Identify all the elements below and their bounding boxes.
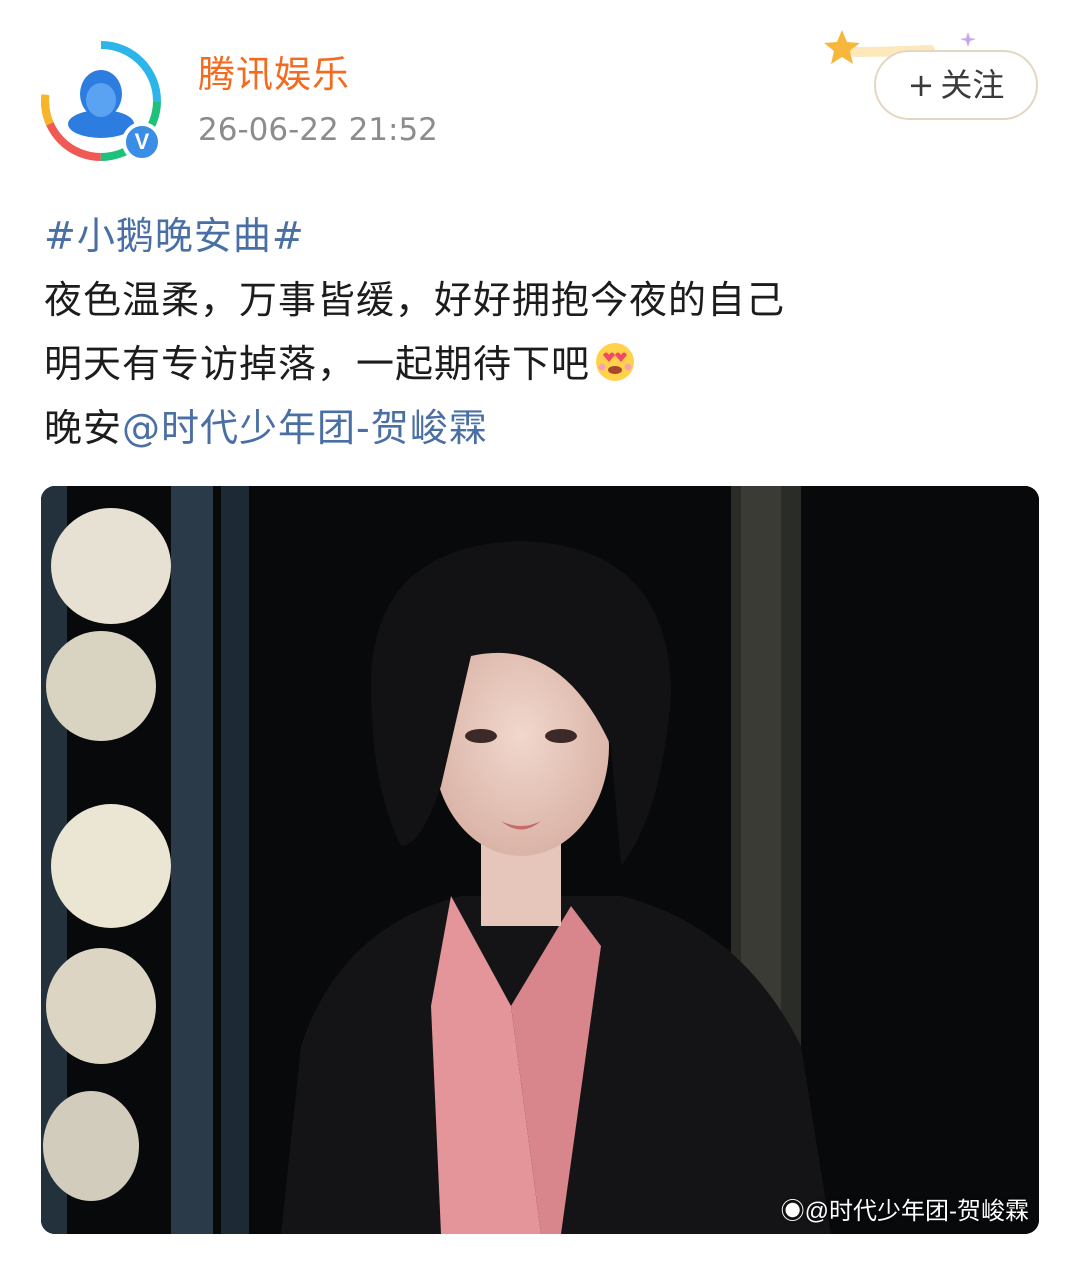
- post-photo[interactable]: ◉@时代少年团-贺峻霖: [41, 486, 1039, 1234]
- portrait-illustration: [41, 486, 1039, 1234]
- post-line-2: 明天有专访掉落，一起期待下吧: [44, 332, 1044, 396]
- plus-icon: +: [907, 66, 935, 104]
- post-line-1: 夜色温柔，万事皆缓，好好拥抱今夜的自己: [44, 278, 786, 322]
- post-body: #小鹅晚安曲# 夜色温柔，万事皆缓，好好拥抱今夜的自己 明天有专访掉落，一起期待…: [44, 204, 1044, 460]
- follow-label: 关注: [940, 66, 1005, 104]
- penguin-icon: [68, 70, 134, 138]
- watermark-text: @时代少年团-贺峻霖: [804, 1198, 1029, 1225]
- photo-watermark: ◉@时代少年团-贺峻霖: [781, 1191, 1029, 1226]
- post-header: V 腾讯娱乐 26-06-22 21:52 + 关注: [0, 0, 1080, 180]
- post-line-2-text: 明天有专访掉落，一起期待下吧: [44, 342, 591, 386]
- follow-button[interactable]: + 关注: [874, 50, 1038, 120]
- post-line-3: 晚安@时代少年团-贺峻霖: [44, 396, 1044, 460]
- avatar[interactable]: V: [40, 40, 162, 162]
- post-timestamp: 26-06-22 21:52: [198, 112, 438, 148]
- verified-badge: V: [122, 122, 162, 162]
- mention-link[interactable]: @时代少年团-贺峻霖: [122, 406, 488, 450]
- weibo-logo-icon: ◉: [780, 1198, 805, 1225]
- hashtag-link[interactable]: #小鹅晚安曲#: [44, 204, 1044, 268]
- post-line-3-prefix: 晚安: [44, 406, 123, 450]
- account-name[interactable]: 腾讯娱乐: [198, 44, 350, 98]
- heart-eyes-face-icon: [596, 343, 635, 381]
